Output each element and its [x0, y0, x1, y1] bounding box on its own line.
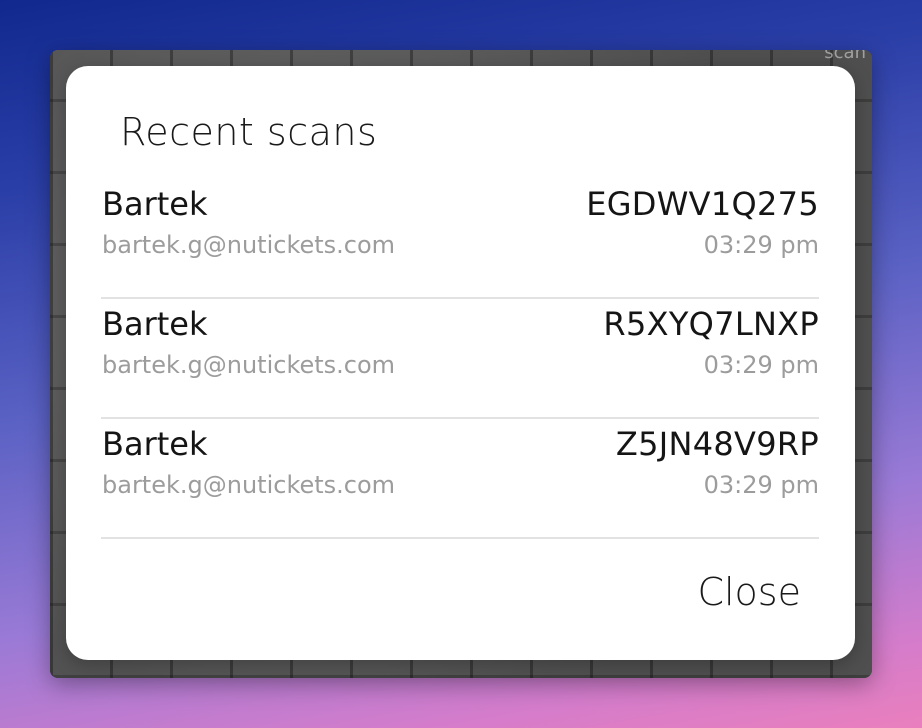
scan-name: Bartek: [102, 425, 208, 463]
scan-code: EGDWV1Q275: [586, 185, 819, 223]
dialog-title: Recent scans: [120, 110, 378, 154]
scan-time: 03:29 pm: [703, 471, 819, 499]
scan-row[interactable]: Bartek bartek.g@nutickets.com EGDWV1Q275…: [101, 179, 819, 299]
scan-time: 03:29 pm: [703, 351, 819, 379]
recent-scans-dialog: Recent scans Bartek bartek.g@nutickets.c…: [66, 66, 855, 660]
scan-name: Bartek: [102, 185, 208, 223]
scan-email: bartek.g@nutickets.com: [102, 471, 396, 499]
scan-email: bartek.g@nutickets.com: [102, 231, 396, 259]
scan-time: 03:29 pm: [703, 231, 819, 259]
close-button[interactable]: Close: [691, 566, 807, 618]
scan-email: bartek.g@nutickets.com: [102, 351, 396, 379]
backdrop-scan-label: scan: [824, 50, 866, 63]
scan-code: Z5JN48V9RP: [615, 425, 819, 463]
scan-code: R5XYQ7LNXP: [603, 305, 819, 343]
scan-list: Bartek bartek.g@nutickets.com EGDWV1Q275…: [101, 179, 819, 539]
scan-name: Bartek: [102, 305, 208, 343]
scan-row[interactable]: Bartek bartek.g@nutickets.com Z5JN48V9RP…: [101, 419, 819, 539]
scan-row[interactable]: Bartek bartek.g@nutickets.com R5XYQ7LNXP…: [101, 299, 819, 419]
